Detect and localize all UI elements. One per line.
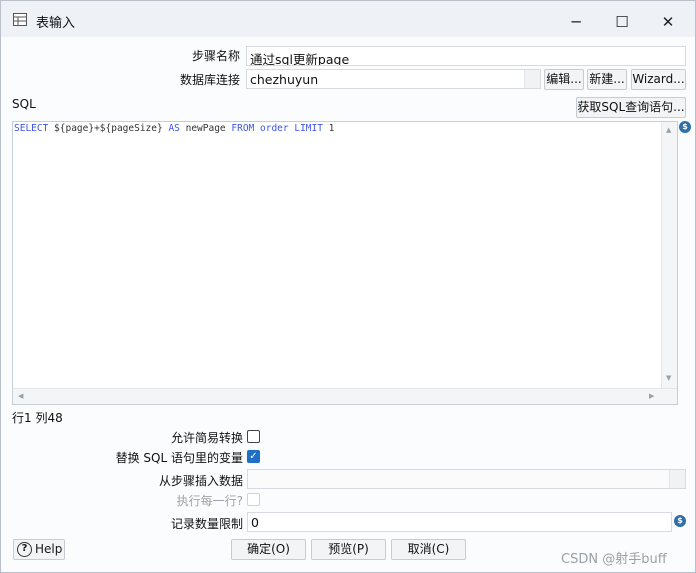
watermark: CSDN @射手buff: [561, 552, 667, 567]
scroll-right-icon[interactable]: ▶: [649, 392, 654, 400]
preview-button[interactable]: 预览(P): [311, 539, 386, 560]
execute-each-row-checkbox[interactable]: [247, 493, 260, 506]
help-label: Help: [35, 542, 63, 556]
title-bar[interactable]: 表输入 ─ ☐ ✕: [1, 1, 695, 37]
ok-button[interactable]: 确定(O): [231, 539, 306, 560]
step-name-label: 步骤名称: [191, 49, 240, 63]
edit-connection-button[interactable]: 编辑...: [544, 69, 584, 90]
sql-keyword: AS: [168, 123, 180, 134]
sql-text: newPage: [179, 123, 232, 134]
db-connection-select[interactable]: chezhuyun: [246, 69, 541, 89]
close-icon[interactable]: ✕: [645, 7, 691, 37]
lazy-conversion-label: 允许简易转换: [170, 431, 243, 445]
vertical-scrollbar[interactable]: ▲ ▼: [661, 122, 677, 388]
insert-from-step-label: 从步骤插入数据: [158, 474, 243, 488]
table-input-dialog: 表输入 ─ ☐ ✕ 步骤名称 通过sql更新page 数据库连接 chezhuy…: [0, 0, 696, 573]
insert-from-step-select[interactable]: [247, 469, 686, 489]
execute-each-row-label: 执行每一行?: [176, 494, 243, 508]
sql-keyword: SELECT: [14, 123, 49, 134]
horizontal-scrollbar[interactable]: ◀ ▶: [13, 388, 677, 404]
lazy-conversion-checkbox[interactable]: [247, 430, 260, 443]
replace-vars-label: 替换 SQL 语句里的变量: [115, 451, 243, 465]
cursor-position: 行1 列48: [12, 411, 63, 425]
db-connection-value: chezhuyun: [250, 72, 319, 87]
maximize-icon[interactable]: ☐: [599, 7, 645, 37]
scroll-left-icon[interactable]: ◀: [18, 392, 23, 400]
sql-keyword: order: [260, 123, 289, 134]
sql-text: 1: [322, 123, 335, 134]
table-input-icon: [13, 13, 27, 26]
variable-icon: $: [679, 121, 691, 133]
help-icon: ?: [17, 542, 32, 557]
dropdown-arrow-icon[interactable]: [524, 70, 540, 88]
variable-icon: $: [674, 515, 686, 527]
step-name-input[interactable]: 通过sql更新page: [246, 46, 686, 66]
sql-keyword: FROM: [231, 123, 255, 134]
help-button[interactable]: ? Help: [13, 539, 65, 560]
scroll-down-icon[interactable]: ▼: [666, 374, 671, 382]
limit-label: 记录数量限制: [170, 517, 243, 531]
cancel-button[interactable]: 取消(C): [391, 539, 466, 560]
dropdown-arrow-icon[interactable]: [669, 470, 685, 488]
scroll-up-icon[interactable]: ▲: [666, 126, 671, 134]
get-sql-button[interactable]: 获取SQL查询语句...: [576, 97, 686, 118]
sql-editor[interactable]: SELECT ${page}+${pageSize} AS newPage FR…: [12, 121, 678, 405]
sql-label: SQL: [12, 97, 36, 111]
limit-input[interactable]: 0: [247, 512, 672, 532]
db-connection-label: 数据库连接: [179, 73, 240, 87]
sql-keyword: LIMIT: [294, 123, 323, 134]
sql-code-line: SELECT ${page}+${pageSize} AS newPage FR…: [14, 123, 334, 134]
sql-text: ${page}+${pageSize}: [48, 123, 169, 134]
new-connection-button[interactable]: 新建...: [587, 69, 627, 90]
replace-vars-checkbox[interactable]: ✓: [247, 450, 260, 463]
wizard-button[interactable]: Wizard...: [631, 69, 686, 90]
window-title: 表输入: [36, 16, 76, 31]
minimize-icon[interactable]: ─: [553, 7, 599, 37]
